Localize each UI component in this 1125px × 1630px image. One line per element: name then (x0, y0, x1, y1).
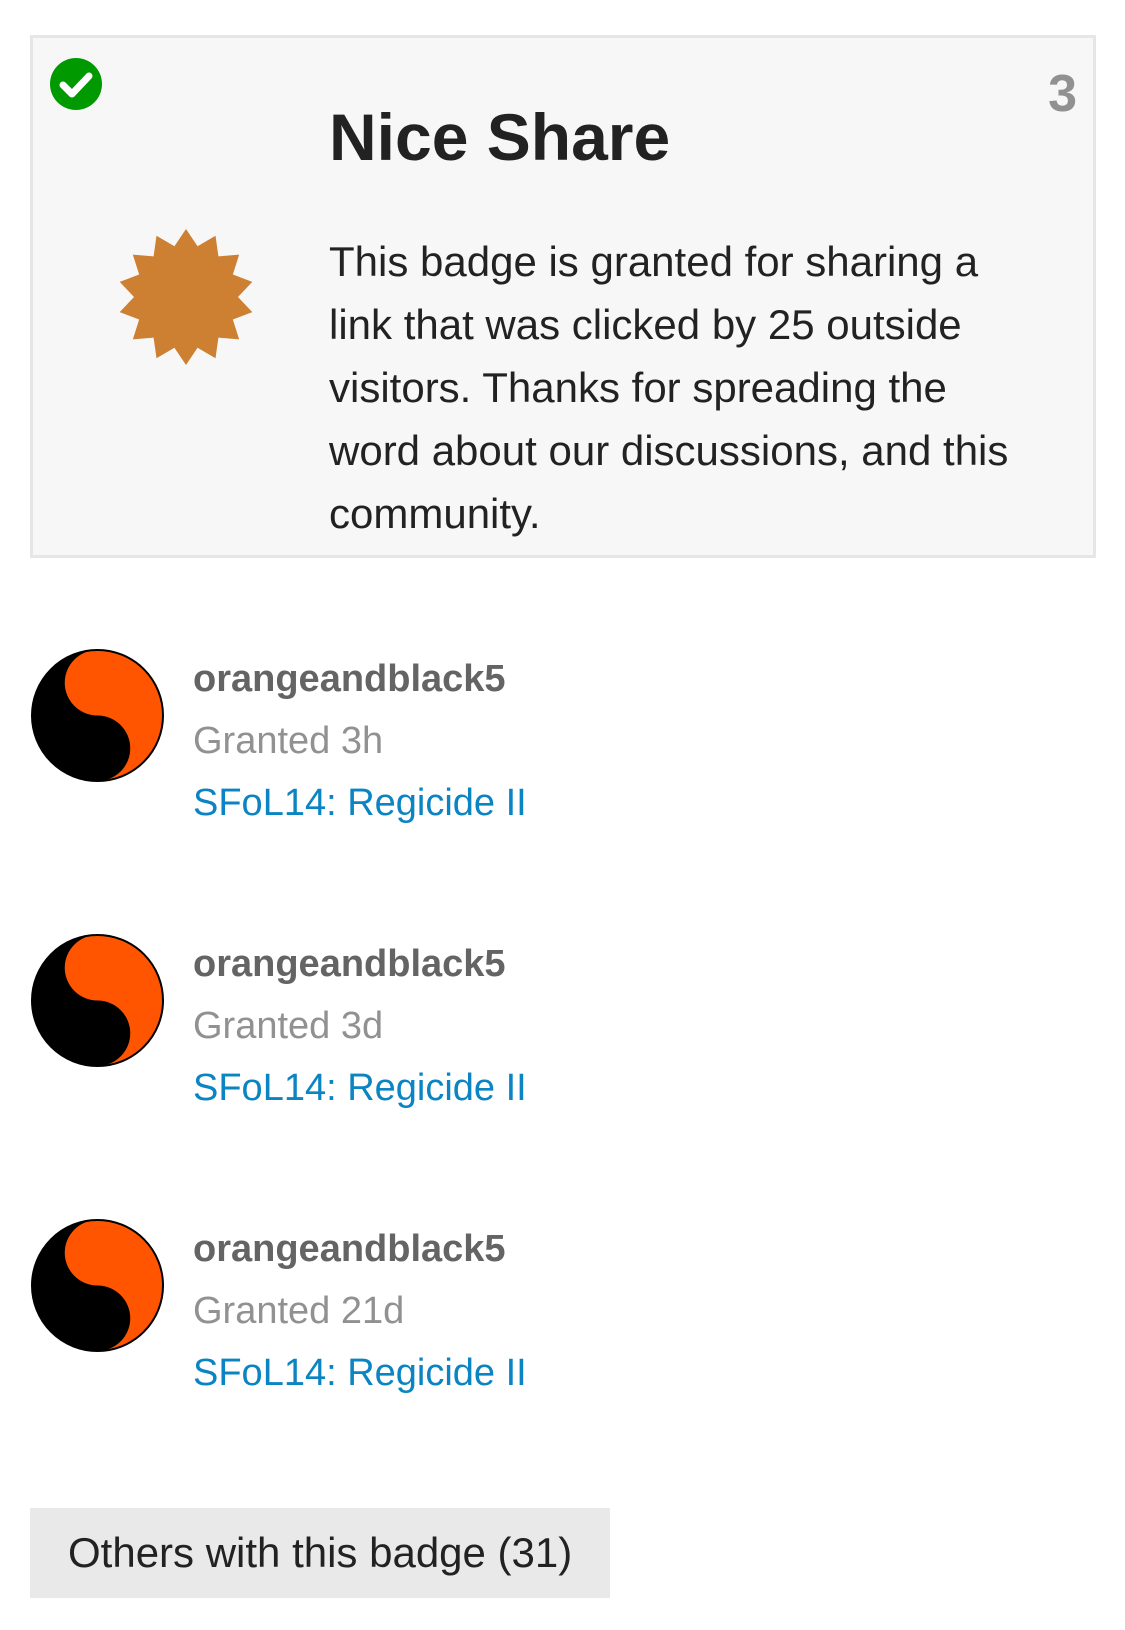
topic-link[interactable]: SFoL14: Regicide II (193, 1057, 527, 1119)
grant-count: 3 (1048, 65, 1077, 123)
others-with-badge-button[interactable]: Others with this badge (31) (30, 1508, 611, 1598)
grant-item: orangeandblack5 Granted 3d SFoL14: Regic… (30, 933, 1096, 1218)
grant-item: orangeandblack5 Granted 3h SFoL14: Regic… (30, 648, 1096, 933)
grant-item: orangeandblack5 Granted 21d SFoL14: Regi… (30, 1218, 1096, 1503)
badge-description: This badge is granted for sharing a link… (329, 238, 1009, 537)
grant-list: orangeandblack5 Granted 3h SFoL14: Regic… (30, 648, 1096, 1503)
grant-info: orangeandblack5 Granted 21d SFoL14: Regi… (193, 1218, 527, 1404)
check-circle-icon (50, 58, 102, 110)
granted-time: Granted 3h (193, 720, 384, 762)
granted-time: Granted 21d (193, 1290, 405, 1332)
topic-link[interactable]: SFoL14: Regicide II (193, 1342, 527, 1404)
yin-yang-avatar[interactable] (30, 933, 165, 1068)
username-link[interactable]: orangeandblack5 (193, 1218, 527, 1280)
badge-title: Nice Share (329, 100, 671, 174)
username-link[interactable]: orangeandblack5 (193, 933, 527, 995)
granted-time: Granted 3d (193, 1005, 384, 1047)
username-link[interactable]: orangeandblack5 (193, 648, 527, 710)
topic-link[interactable]: SFoL14: Regicide II (193, 772, 527, 834)
grant-info: orangeandblack5 Granted 3d SFoL14: Regic… (193, 933, 527, 1119)
yin-yang-avatar[interactable] (30, 1218, 165, 1353)
badge-card: 3 Nice Share This badge is granted for s… (30, 35, 1096, 558)
yin-yang-avatar[interactable] (30, 648, 165, 783)
grant-info: orangeandblack5 Granted 3h SFoL14: Regic… (193, 648, 527, 834)
bronze-badge-starburst-icon (119, 229, 253, 365)
